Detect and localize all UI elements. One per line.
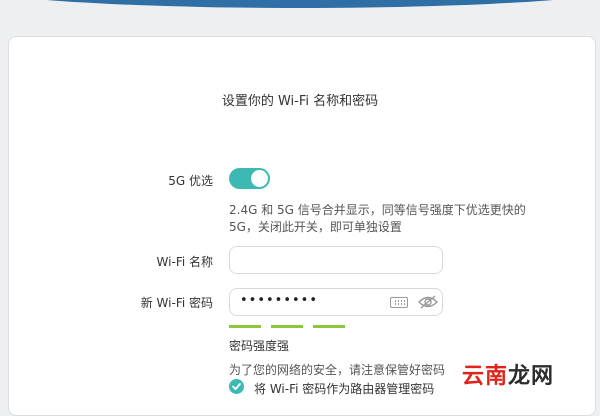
five-g-hint-line1: 2.4G 和 5G 信号合并显示，同等信号强度下优选更快的 — [229, 203, 526, 217]
header-band — [0, 0, 600, 16]
five-g-hint-line2: 5G，关闭此开关，即可单独设置 — [229, 220, 402, 234]
five-g-hint: 2.4G 和 5G 信号合并显示，同等信号强度下优选更快的 5G，关闭此开关，即… — [229, 202, 549, 236]
wifi-password-label: 新 Wi-Fi 密码 — [140, 296, 213, 310]
toggle-knob — [251, 170, 268, 187]
keyboard-icon[interactable] — [390, 297, 408, 308]
strength-bar-3 — [313, 325, 345, 328]
eye-hidden-icon[interactable] — [418, 294, 438, 310]
strength-bar-1 — [229, 325, 261, 328]
five-g-toggle[interactable] — [229, 168, 270, 189]
security-note: 为了您的网络的安全，请注意保管好密码 — [229, 363, 446, 377]
site-watermark: 云南龙网 — [462, 358, 554, 390]
header-arc — [0, 0, 600, 8]
page-title: 设置你的 Wi-Fi 名称和密码 — [221, 94, 379, 109]
strength-bar-2 — [271, 325, 303, 328]
strength-text: 密码强度强 — [229, 339, 290, 353]
five-g-label: 5G 优选 — [168, 174, 213, 188]
watermark-part2: 龙网 — [508, 363, 555, 389]
wifi-name-label: Wi-Fi 名称 — [156, 255, 213, 269]
use-as-admin-checkbox[interactable] — [229, 379, 244, 394]
password-value: ••••••••• — [240, 293, 319, 308]
watermark-part1: 云南 — [462, 363, 509, 389]
wifi-password-input[interactable]: ••••••••• — [229, 288, 443, 316]
use-as-admin-label: 将 Wi-Fi 密码作为路由器管理密码 — [254, 382, 435, 396]
wifi-name-input[interactable] — [229, 246, 443, 274]
check-icon — [232, 383, 241, 390]
